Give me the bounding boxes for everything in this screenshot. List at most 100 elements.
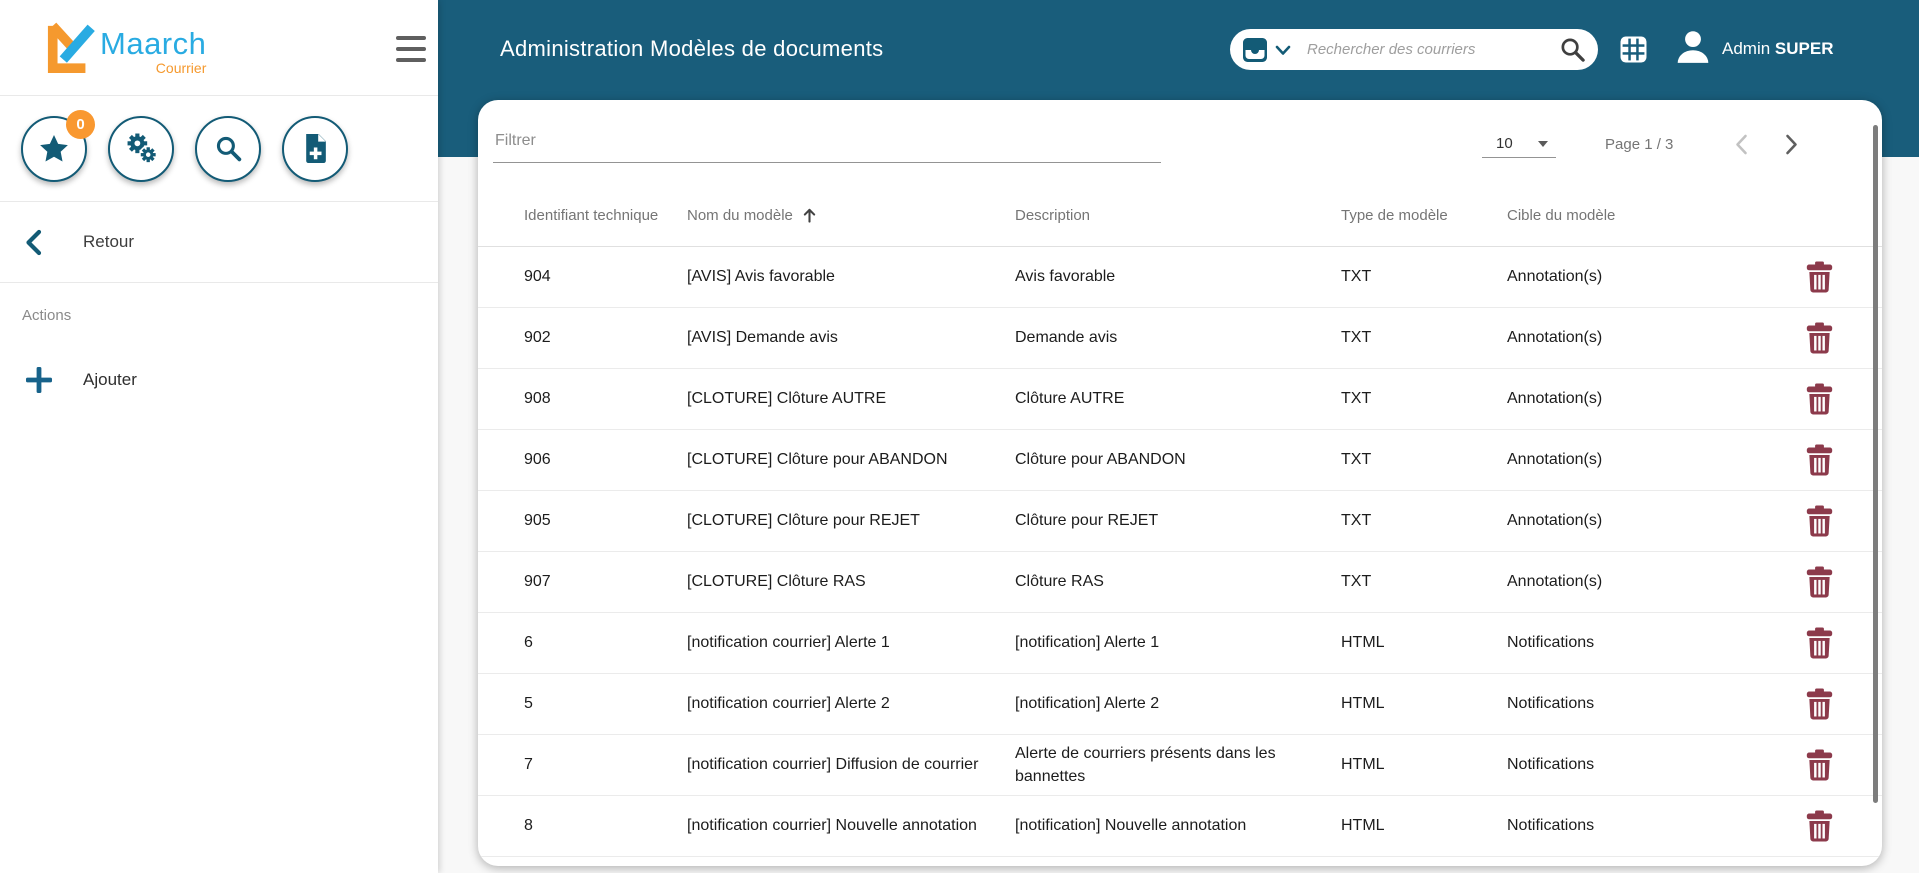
cell-type: HTML [1341, 756, 1385, 773]
main-area: Administration Modèles de documents Rech… [438, 0, 1919, 873]
delete-template-button[interactable] [1798, 560, 1840, 604]
caret-down-icon [1538, 140, 1548, 147]
delete-template-button[interactable] [1798, 438, 1840, 482]
delete-template-button[interactable] [1798, 804, 1840, 848]
table-row[interactable]: 906 [CLOTURE] Clôture pour ABANDON Clôtu… [478, 430, 1882, 491]
cell-name: [CLOTURE] Clôture RAS [687, 573, 866, 590]
table-row[interactable]: 908 [CLOTURE] Clôture AUTRE Clôture AUTR… [478, 369, 1882, 430]
table-row[interactable]: 6 [notification courrier] Alerte 1 [noti… [478, 613, 1882, 674]
menu-icon[interactable] [396, 36, 426, 62]
magnifier-icon [1561, 38, 1585, 62]
cell-name: [notification courrier] Diffusion de cou… [687, 756, 979, 773]
cell-target: Annotation(s) [1507, 573, 1603, 590]
apps-grid-button[interactable] [1620, 36, 1647, 63]
sidebar: Maarch Courrier 0 Retour Actions Ajouter [0, 0, 438, 873]
cell-identifier: 7 [524, 756, 533, 773]
cell-target: Annotation(s) [1507, 451, 1603, 468]
table-row[interactable]: 907 [CLOTURE] Clôture RAS Clôture RAS TX… [478, 552, 1882, 613]
cell-description: Clôture pour ABANDON [1015, 451, 1186, 469]
previous-page-button[interactable] [1723, 126, 1759, 162]
cell-identifier: 6 [524, 634, 533, 651]
trash-icon [1806, 383, 1832, 415]
settings-button[interactable] [108, 115, 174, 182]
user-name[interactable]: Admin SUPER [1722, 39, 1834, 59]
column-description[interactable]: Description [1015, 207, 1341, 224]
cell-name: [notification courrier] Nouvelle annotat… [687, 817, 977, 834]
delete-template-button[interactable] [1798, 255, 1840, 299]
actions-section-label: Actions [22, 307, 72, 324]
inbox-icon[interactable] [1242, 37, 1268, 63]
back-button[interactable]: Retour [0, 202, 438, 283]
table-header: Identifiant technique Nom du modèle Desc… [478, 185, 1882, 247]
cell-name: [notification courrier] Alerte 2 [687, 695, 890, 712]
table-row[interactable]: 904 [AVIS] Avis favorable Avis favorable… [478, 247, 1882, 308]
mail-search-bar [1230, 29, 1598, 70]
trash-icon [1806, 627, 1832, 659]
user-avatar[interactable] [1674, 28, 1712, 65]
search-input[interactable] [1307, 41, 1559, 58]
cell-identifier: 905 [524, 512, 551, 529]
chevron-right-icon [1785, 134, 1797, 154]
cell-identifier: 8 [524, 817, 533, 834]
trash-icon [1806, 505, 1832, 537]
cell-description: Clôture RAS [1015, 573, 1104, 591]
cell-type: TXT [1341, 451, 1372, 468]
cell-identifier: 907 [524, 573, 551, 590]
cell-type: TXT [1341, 573, 1372, 590]
search-button[interactable] [195, 115, 261, 182]
templates-card: 10 Page 1 / 3 Identifiant technique Nom … [478, 100, 1882, 866]
gears-icon [127, 133, 157, 164]
cell-name: [CLOTURE] Clôture AUTRE [687, 390, 887, 407]
page-info: Page 1 / 3 [1605, 136, 1674, 153]
trash-icon [1806, 261, 1832, 293]
cell-description: [notification] Alerte 2 [1015, 695, 1160, 713]
column-target[interactable]: Cible du modèle [1507, 207, 1768, 224]
column-name[interactable]: Nom du modèle [687, 207, 1015, 224]
column-type[interactable]: Type de modèle [1341, 207, 1507, 224]
cell-identifier: 906 [524, 451, 551, 468]
chevron-left-icon [1735, 134, 1747, 154]
new-document-button[interactable] [282, 115, 348, 182]
cell-description: Clôture AUTRE [1015, 390, 1125, 408]
cell-target: Notifications [1507, 817, 1595, 834]
chevron-down-icon[interactable] [1275, 44, 1291, 56]
delete-template-button[interactable] [1798, 499, 1840, 543]
trash-icon [1806, 322, 1832, 354]
favorites-badge: 0 [66, 109, 95, 139]
vertical-scrollbar[interactable] [1873, 125, 1878, 803]
column-identifier[interactable]: Identifiant technique [524, 207, 687, 224]
cell-type: TXT [1341, 329, 1372, 346]
cell-name: [notification courrier] Alerte 1 [687, 634, 890, 651]
favorites-button[interactable]: 0 [21, 109, 95, 182]
table-row[interactable]: 902 [AVIS] Demande avis Demande avis TXT… [478, 308, 1882, 369]
table-row[interactable]: 5 [notification courrier] Alerte 2 [noti… [478, 674, 1882, 735]
delete-template-button[interactable] [1798, 743, 1840, 787]
trash-icon [1806, 810, 1832, 842]
cell-description: Demande avis [1015, 329, 1118, 347]
cell-type: HTML [1341, 634, 1385, 651]
cell-target: Notifications [1507, 634, 1595, 651]
cell-target: Annotation(s) [1507, 512, 1603, 529]
search-submit-button[interactable] [1559, 36, 1586, 63]
table-row[interactable]: 905 [CLOTURE] Clôture pour REJET Clôture… [478, 491, 1882, 552]
delete-template-button[interactable] [1798, 316, 1840, 360]
table-row[interactable]: 8 [notification courrier] Nouvelle annot… [478, 796, 1882, 857]
cell-identifier: 908 [524, 390, 551, 407]
cell-type: TXT [1341, 268, 1372, 285]
cell-identifier: 904 [524, 268, 551, 285]
trash-icon [1806, 566, 1832, 598]
page-size-select[interactable]: 10 [1482, 130, 1556, 158]
delete-template-button[interactable] [1798, 682, 1840, 726]
next-page-button[interactable] [1773, 126, 1809, 162]
add-template-button[interactable]: Ajouter [0, 366, 438, 394]
filter-input[interactable] [493, 128, 1161, 163]
apps-grid-icon [1620, 36, 1647, 63]
delete-template-button[interactable] [1798, 621, 1840, 665]
page-size-value: 10 [1496, 135, 1513, 152]
delete-template-button[interactable] [1798, 377, 1840, 421]
cell-name: [AVIS] Demande avis [687, 329, 838, 346]
trash-icon [1806, 749, 1832, 781]
cell-description: Clôture pour REJET [1015, 512, 1159, 530]
table-row[interactable]: 7 [notification courrier] Diffusion de c… [478, 735, 1882, 796]
page-title: Administration Modèles de documents [500, 36, 884, 61]
